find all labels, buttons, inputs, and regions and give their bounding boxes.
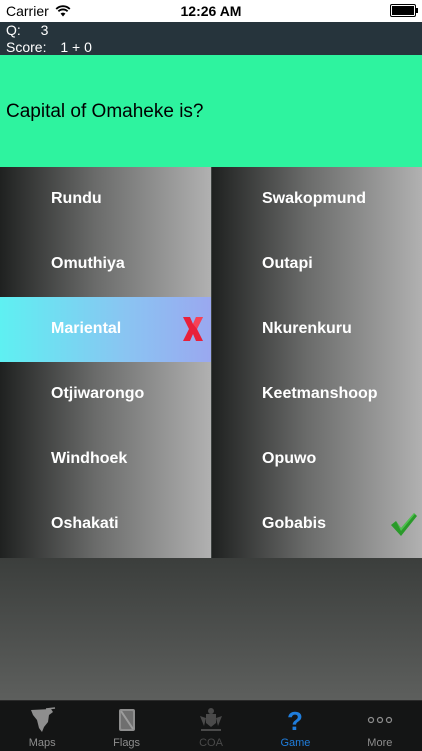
tab-coa[interactable]: COA [169,701,253,751]
score-label: Score: [6,39,47,55]
tab-game[interactable]: ? Game [253,701,337,751]
question-panel: Capital of Omaheke is? [0,55,422,167]
tab-label: Game [280,737,311,749]
status-bar: Carrier 12:26 AM [0,0,422,22]
tab-label: Maps [28,737,56,749]
answer-button[interactable]: Swakopmund [212,167,422,232]
answer-button[interactable]: Windhoek [0,427,211,492]
score-header: Q: 3 Score: 1 + 0 [0,22,422,55]
answer-button[interactable]: Opuwo [212,427,422,492]
svg-text:?: ? [287,706,303,734]
answer-column-left: Rundu Omuthiya Mariental Otjiwarongo Win… [0,167,211,558]
flag-icon [118,709,135,731]
answer-label: Rundu [51,190,102,207]
more-dots-icon [367,716,392,724]
question-text: Capital of Omaheke is? [6,101,204,122]
answer-button[interactable]: Nkurenkuru [212,297,422,362]
question-counter-value: 3 [40,22,49,38]
answer-button-correct[interactable]: Gobabis [212,492,422,557]
answer-column-right: Swakopmund Outapi Nkurenkuru Keetmanshoo… [212,167,422,558]
answer-label: Windhoek [51,450,128,467]
answer-label: Mariental [51,320,122,337]
question-counter-label: Q: [6,22,21,38]
answer-label: Swakopmund [262,190,367,207]
tab-label: More [367,737,393,749]
tab-flags[interactable]: Flags [84,701,168,751]
answer-label: Keetmanshoop [262,385,378,402]
score: Score: 1 + 0 [6,39,92,55]
wrong-x-icon [183,317,203,341]
clock: 12:26 AM [180,3,242,19]
map-icon [31,707,56,732]
answer-label: Nkurenkuru [262,320,352,337]
answer-grid: Rundu Omuthiya Mariental Otjiwarongo Win… [0,167,422,558]
tab-label: Flags [113,737,141,749]
answer-button[interactable]: Rundu [0,167,211,232]
question-counter: Q: 3 [6,22,48,38]
answer-button-wrong[interactable]: Mariental [0,297,211,362]
answer-button[interactable]: Omuthiya [0,232,211,297]
answer-label: Gobabis [262,515,327,532]
answer-button[interactable]: Oshakati [0,492,211,557]
correct-checkmark-icon [391,513,417,536]
tab-label: COA [199,737,223,749]
empty-area [0,558,422,700]
score-value: 1 + 0 [60,39,92,55]
answer-label: Oshakati [51,515,119,532]
answer-label: Otjiwarongo [51,385,145,402]
question-mark-icon: ? [287,706,303,734]
tab-maps[interactable]: Maps [0,701,84,751]
answer-button[interactable]: Keetmanshoop [212,362,422,427]
answer-button[interactable]: Otjiwarongo [0,362,211,427]
tab-bar: Maps Flags COA ? Game More [0,700,422,751]
coat-of-arms-icon [200,708,223,731]
tab-more[interactable]: More [338,701,422,751]
answer-button[interactable]: Outapi [212,232,422,297]
answer-label: Opuwo [262,450,317,467]
answer-label: Outapi [262,255,313,272]
answer-label: Omuthiya [51,255,125,272]
battery-icon [390,4,418,17]
